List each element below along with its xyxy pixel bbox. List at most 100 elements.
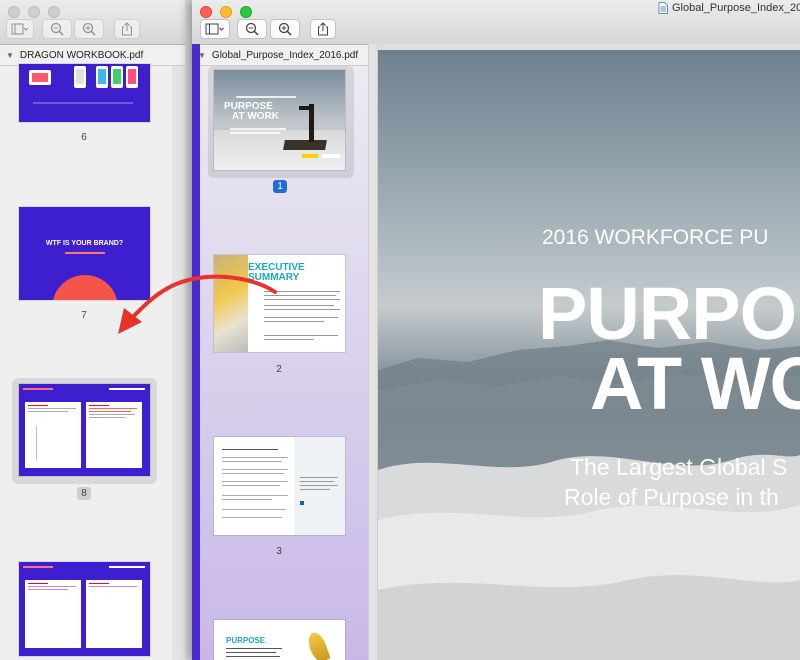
text-line (65, 252, 105, 254)
zoom-in-button[interactable] (74, 19, 104, 39)
worksheet-panel (25, 580, 81, 648)
thumbnail-sidebar[interactable]: 6 WTF IS YOUR BRAND? 7 8 (0, 64, 172, 660)
text-line (33, 102, 133, 104)
text-line (264, 309, 340, 310)
text-line (226, 656, 280, 657)
zoom-in-button[interactable] (270, 19, 300, 39)
section-heading: EXECUTIVE SUMMARY (248, 262, 305, 283)
chair-photo (214, 255, 248, 352)
cover-kicker: 2016 WORKFORCE PU (542, 226, 769, 249)
thumbnail-sidebar[interactable]: PURPOSE AT WORK 1 EXECUTIVE SUMMARY 2 3 … (200, 66, 368, 660)
feather-illustration (305, 630, 331, 660)
text-line (226, 648, 282, 649)
minimize-button[interactable] (220, 6, 232, 18)
cloud-layer (214, 130, 345, 170)
page-number-label: 2 (276, 364, 282, 375)
sidebar-icon (205, 23, 224, 35)
text-line (222, 499, 272, 500)
document-view[interactable]: 2016 WORKFORCE PU PURPO AT WO The Larges… (378, 44, 800, 660)
zoom-in-icon (82, 22, 96, 36)
page-thumbnail-2[interactable]: EXECUTIVE SUMMARY (214, 255, 345, 352)
share-icon (318, 22, 328, 36)
close-button[interactable] (8, 6, 20, 18)
text-line (236, 96, 296, 98)
linkedin-logo (322, 154, 340, 158)
text-line (264, 299, 340, 300)
page-thumbnail-3[interactable] (214, 437, 345, 535)
text-line (222, 517, 282, 518)
zoom-button[interactable] (240, 6, 252, 18)
text-line (109, 566, 145, 568)
text-line (222, 485, 280, 486)
minimize-button[interactable] (28, 6, 40, 18)
text-line (264, 305, 334, 306)
phone-image (126, 66, 138, 88)
text-line (222, 461, 282, 462)
text-line (230, 132, 280, 134)
slide-title: WTF IS YOUR BRAND? (45, 240, 124, 247)
cover-title-line1: PURPO (538, 272, 797, 355)
sidebar-divider[interactable] (368, 44, 378, 660)
text-line (222, 509, 286, 510)
phone-image (111, 66, 123, 88)
share-button[interactable] (114, 19, 140, 39)
window-edge-strip (192, 44, 200, 660)
page-number-label: 3 (276, 546, 282, 557)
text-line (264, 295, 336, 296)
cover-title-line2: AT WO (590, 342, 800, 425)
sidebar-file-name: DRAGON WORKBOOK.pdf (19, 49, 144, 61)
page-thumbnail-8[interactable] (19, 384, 150, 476)
text-line (222, 457, 288, 458)
close-button[interactable] (200, 6, 212, 18)
sidebar-file-header[interactable]: ▼ Global_Purpose_Index_2016.pdf (192, 45, 368, 66)
pdf-document-icon (658, 2, 668, 14)
cover-title: PURPOSE AT WORK (224, 101, 280, 122)
window-title: Global_Purpose_Index_2016 (658, 2, 800, 14)
phone-image (74, 66, 86, 88)
sidebar-toggle-button[interactable] (6, 19, 34, 39)
preview-window-purpose-index: Global_Purpose_Index_2016 ▼ Global_Purpo… (192, 0, 800, 660)
worksheet-panel (86, 402, 142, 468)
quote-sidebar (294, 437, 345, 535)
page-thumbnail-1[interactable]: PURPOSE AT WORK (214, 70, 345, 170)
page-thumbnail-6[interactable] (19, 64, 150, 122)
preview-window-workbook: ▼ DRAGON WORKBOOK.pdf 6 WTF IS YOUR BRAN… (0, 0, 185, 660)
share-button[interactable] (310, 19, 336, 39)
zoom-button[interactable] (48, 6, 60, 18)
text-line (222, 473, 284, 474)
window-title-text: Global_Purpose_Index_2016 (672, 2, 800, 14)
sidebar-toggle-button[interactable] (200, 19, 230, 39)
page-thumbnail-7[interactable]: WTF IS YOUR BRAND? (19, 207, 150, 300)
zoom-out-button[interactable] (42, 19, 72, 39)
page-thumbnail-9[interactable] (19, 562, 150, 656)
page-number-label: 6 (81, 132, 87, 143)
phone-image (96, 66, 108, 88)
text-line (230, 128, 286, 130)
cliff-rock (283, 140, 327, 150)
disclosure-triangle-icon[interactable]: ▼ (6, 51, 14, 60)
text-line (300, 485, 338, 486)
worksheet-panel (25, 402, 81, 468)
text-line (264, 317, 338, 318)
sidebar-file-header[interactable]: ▼ DRAGON WORKBOOK.pdf (0, 45, 185, 66)
share-icon (122, 22, 132, 36)
imperative-logo (302, 154, 318, 158)
text-line (300, 489, 330, 490)
title-bar (0, 0, 185, 45)
phone-image (29, 70, 51, 85)
zoom-in-icon (278, 22, 292, 36)
text-line (226, 652, 276, 653)
text-line (264, 339, 314, 340)
text-line (222, 449, 278, 450)
cover-subtitle-line2: Role of Purpose in th (564, 484, 779, 510)
page-number-label-selected: 1 (273, 180, 287, 193)
window-controls (200, 6, 252, 18)
text-line (264, 291, 340, 292)
sidebar-divider[interactable] (172, 66, 185, 660)
page-cover-photo: 2016 WORKFORCE PU PURPO AT WO The Larges… (378, 50, 800, 660)
sidebar-icon (11, 23, 29, 35)
page-thumbnail-4[interactable]: PURPOSE (214, 620, 345, 660)
page-number-label: 7 (81, 310, 87, 321)
sidebar-file-name: Global_Purpose_Index_2016.pdf (211, 49, 359, 61)
zoom-out-button[interactable] (237, 19, 267, 39)
